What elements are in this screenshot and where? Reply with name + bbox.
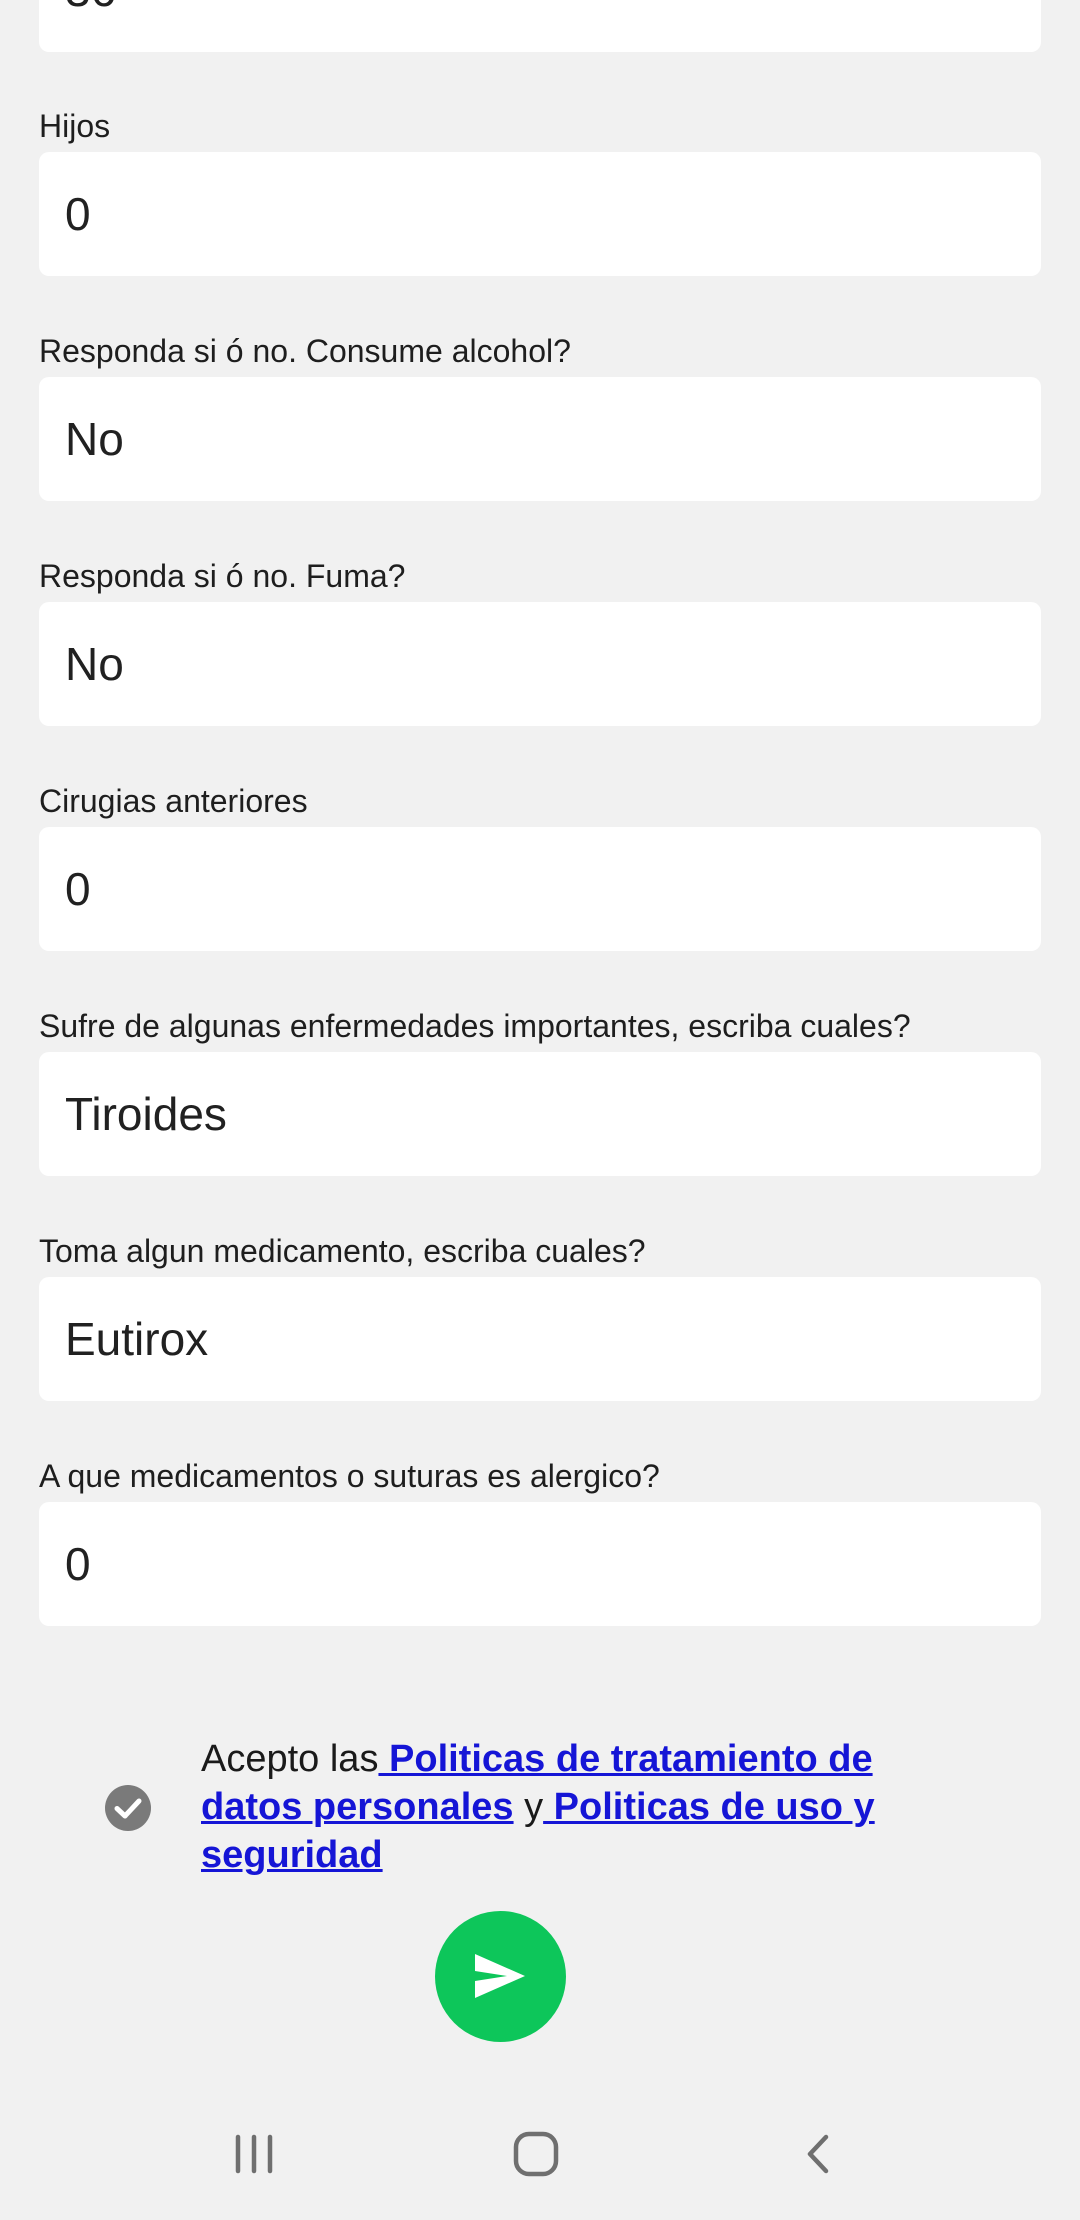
recents-icon	[235, 2134, 273, 2174]
field-group-alcohol: Responda si ó no. Consume alcohol?	[39, 332, 1041, 501]
back-icon	[807, 2134, 829, 2174]
field-group-fuma: Responda si ó no. Fuma?	[39, 557, 1041, 726]
age-field[interactable]	[39, 0, 1041, 52]
send-button[interactable]	[435, 1911, 566, 2042]
field-group-hijos: Hijos	[39, 107, 1041, 276]
cirugias-label: Cirugias anteriores	[39, 783, 308, 819]
checkmark-icon[interactable]	[105, 1785, 151, 1831]
cirugias-field[interactable]	[39, 827, 1041, 951]
hijos-label: Hijos	[39, 108, 111, 144]
enfermedades-label: Sufre de algunas enfermedades importante…	[39, 1008, 911, 1044]
home-button[interactable]	[485, 2120, 585, 2190]
consent-prefix: Acepto las	[201, 1738, 379, 1780]
consent-text: Acepto las Politicas de tratamiento de d…	[201, 1735, 921, 1879]
fuma-label: Responda si ó no. Fuma?	[39, 558, 406, 594]
hijos-field[interactable]	[39, 152, 1041, 276]
recents-button[interactable]	[222, 2120, 322, 2190]
consent-row: Acepto las Politicas de tratamiento de d…	[0, 1735, 1080, 1885]
medicamento-field[interactable]	[39, 1277, 1041, 1401]
medicamento-label: Toma algun medicamento, escriba cuales?	[39, 1233, 646, 1269]
fuma-field[interactable]	[39, 602, 1041, 726]
field-group-cirugias: Cirugias anteriores	[39, 782, 1041, 951]
alcohol-label: Responda si ó no. Consume alcohol?	[39, 333, 571, 369]
send-icon	[475, 1954, 525, 1998]
alcohol-field[interactable]	[39, 377, 1041, 501]
enfermedades-field[interactable]	[39, 1052, 1041, 1176]
alergias-label: A que medicamentos o suturas es alergico…	[39, 1458, 660, 1494]
field-group-medicamento: Toma algun medicamento, escriba cuales?	[39, 1232, 1041, 1401]
alergias-field[interactable]	[39, 1502, 1041, 1626]
home-icon	[513, 2131, 559, 2177]
consent-conjunction: y	[513, 1786, 544, 1828]
field-group-enfermedades: Sufre de algunas enfermedades importante…	[39, 1007, 1041, 1176]
back-button[interactable]	[780, 2120, 880, 2190]
field-group-alergias: A que medicamentos o suturas es alergico…	[39, 1457, 1041, 1626]
system-nav-bar	[0, 2100, 1080, 2220]
